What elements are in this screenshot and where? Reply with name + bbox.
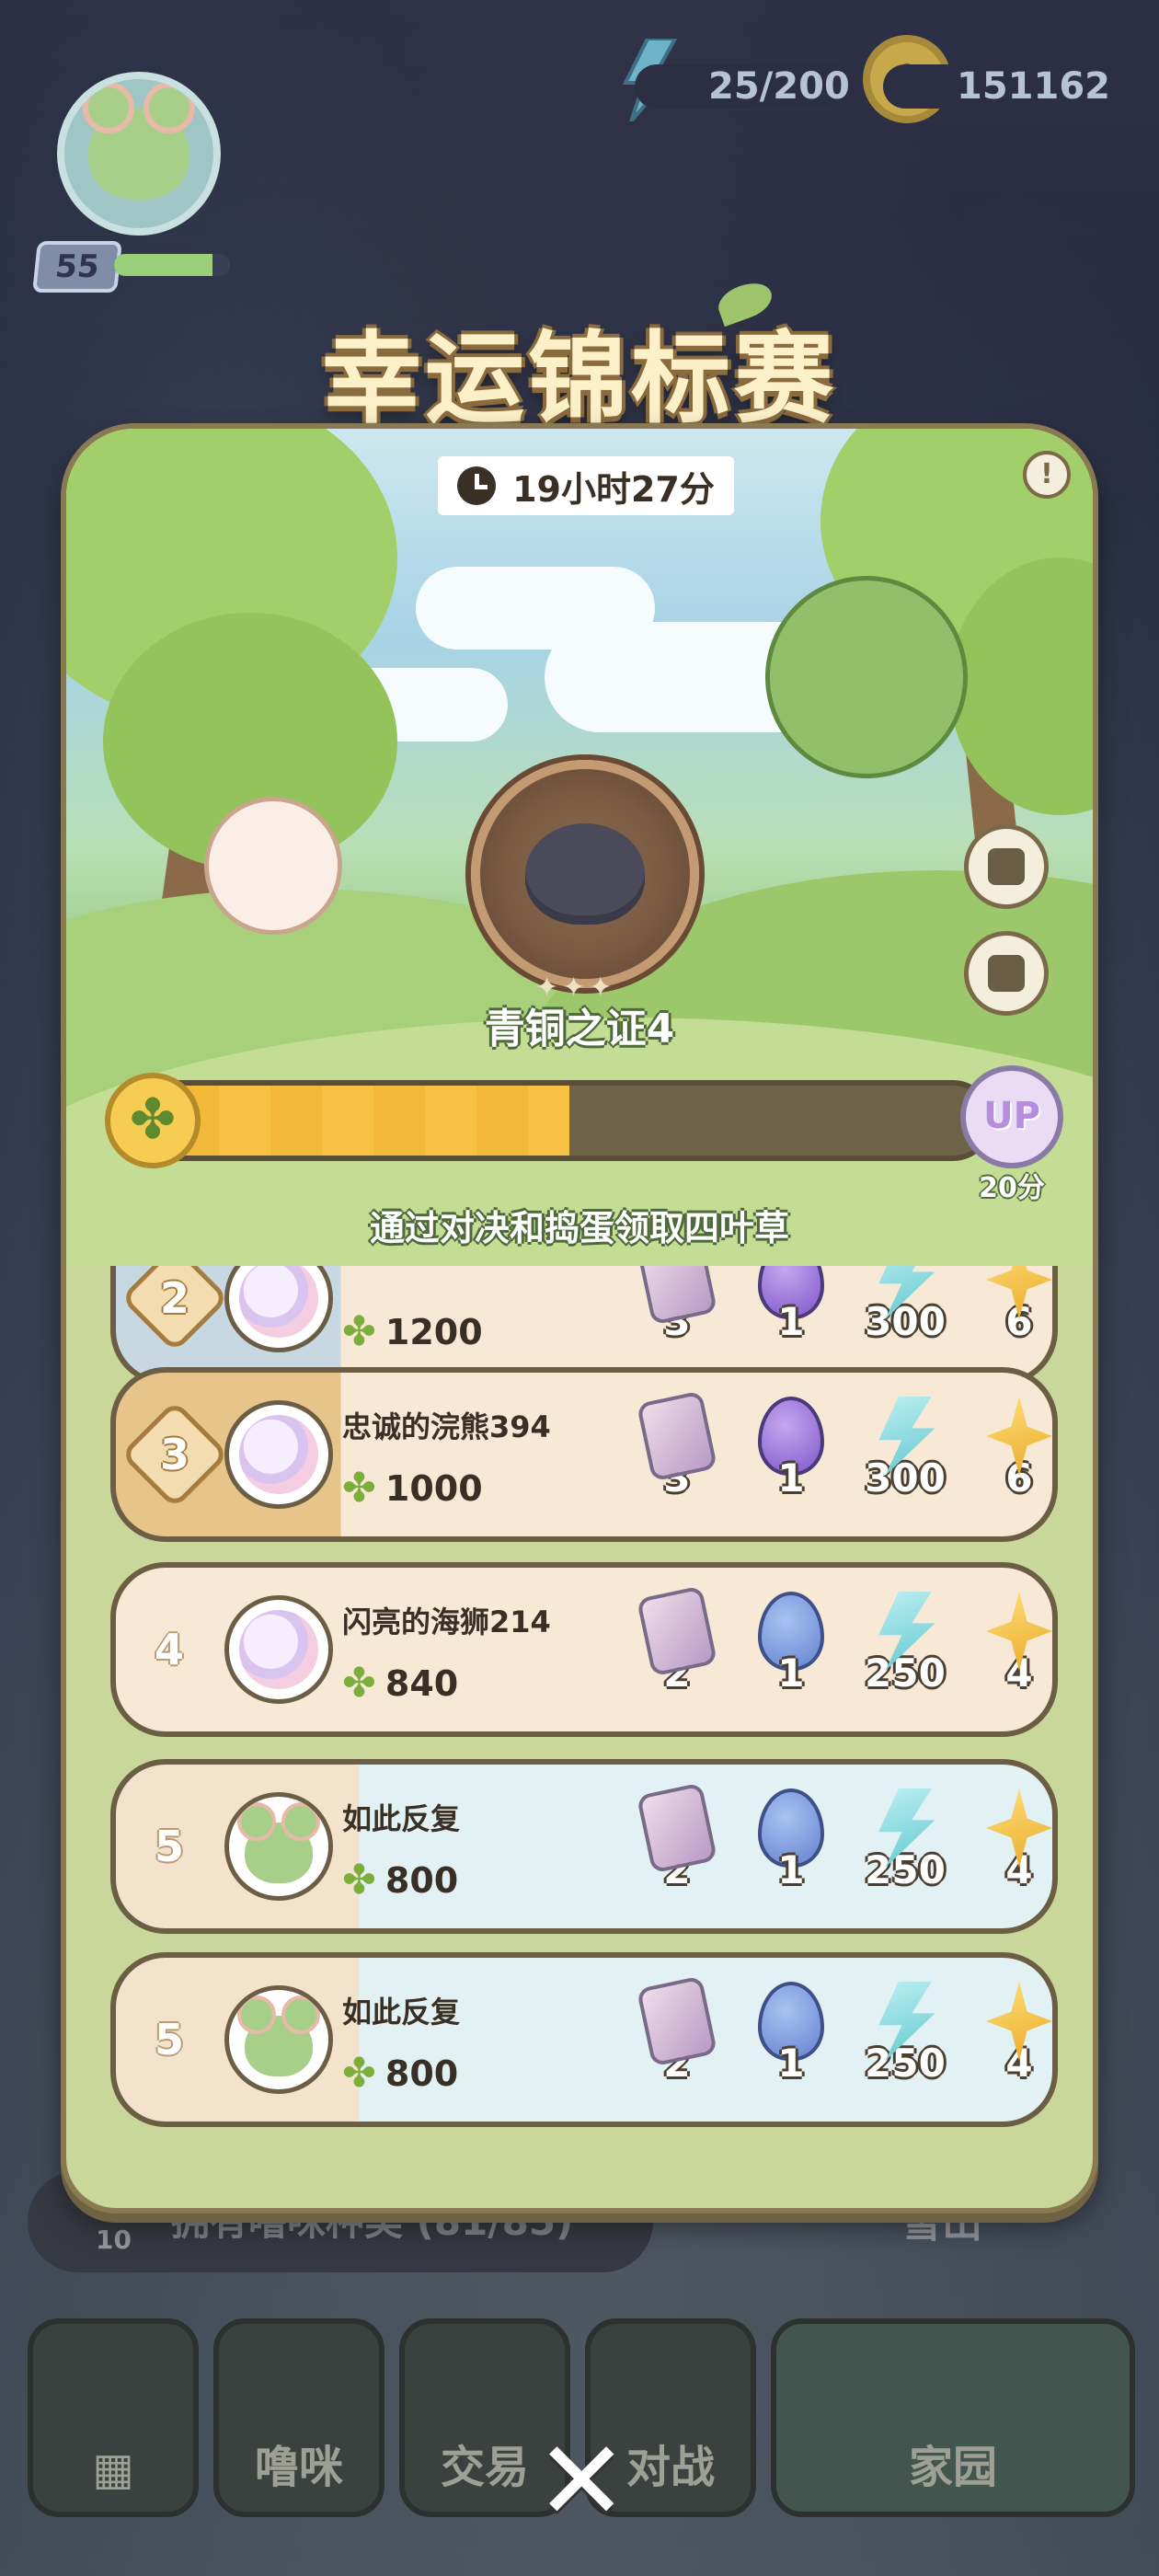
clock-icon <box>457 466 497 505</box>
player-avatar[interactable] <box>224 1400 333 1509</box>
reward-energy[interactable]: 250 <box>859 1592 951 1720</box>
score-value: 1000 <box>384 1468 483 1509</box>
rank-number: 4 <box>154 1625 184 1674</box>
player-avatar[interactable] <box>224 1266 333 1352</box>
star-icon <box>986 1592 1052 1671</box>
reward-energy[interactable]: 300 <box>859 1266 951 1369</box>
reward-count: 250 <box>865 1847 946 1892</box>
podium-icon <box>988 848 1025 885</box>
level-badge: 55 <box>32 241 122 293</box>
player-name: 如此反复 <box>342 1995 461 2030</box>
reward-count: 1 <box>777 1299 805 1344</box>
leaderboard-list[interactable]: 2 ✤ 1200 3 1 300 6 3 忠诚的浣熊394 ✤ 1000 3 1 300 6 4 闪亮的海狮21… <box>66 1266 1093 2208</box>
reward-star[interactable]: 6 <box>973 1266 1052 1369</box>
clover-icon: ✤ <box>342 1857 376 1903</box>
close-button[interactable]: ✕ <box>535 2427 628 2537</box>
card-icon <box>636 1390 718 1482</box>
clover-icon: ✤ <box>342 1465 376 1512</box>
player-score: ✤ 1200 <box>342 1308 483 1355</box>
clover-icon: ✤ <box>342 1308 376 1355</box>
reward-card[interactable]: 2 <box>631 1975 723 2110</box>
reward-star[interactable]: 4 <box>973 1592 1052 1720</box>
slime-icon <box>525 823 645 925</box>
rank-number: 3 <box>120 1399 230 1510</box>
reward-egg[interactable]: 1 <box>745 1397 837 1525</box>
ranking-button[interactable] <box>964 824 1049 909</box>
player-avatar[interactable] <box>57 72 221 236</box>
hint-text: 通过对决和捣蛋领取四叶草 <box>369 1208 789 1248</box>
energy-counter: 25/200 <box>635 64 857 109</box>
reward-star[interactable]: 4 <box>973 1982 1052 2110</box>
clover-icon: ✤ <box>105 1073 201 1168</box>
card-icon <box>636 1782 718 1874</box>
player-avatar[interactable] <box>224 1595 333 1704</box>
star-icon <box>986 1982 1052 2061</box>
reward-egg[interactable]: 1 <box>745 1266 837 1369</box>
rank-badge <box>471 760 699 988</box>
score-value: 800 <box>384 1860 459 1901</box>
star-icon <box>986 1788 1052 1868</box>
reward-star[interactable]: 4 <box>973 1788 1052 1917</box>
leaderboard-row[interactable]: 5 如此反复 ✤ 800 2 1 250 4 <box>110 1759 1058 1934</box>
player-score: ✤ 1000 <box>342 1465 483 1512</box>
rank-number: 5 <box>154 2015 184 2064</box>
deer-character <box>204 797 342 935</box>
reward-energy[interactable]: 250 <box>859 1982 951 2110</box>
reward-energy[interactable]: 300 <box>859 1397 951 1525</box>
player-score: ✤ 800 <box>342 2050 459 2097</box>
up-label: UP <box>983 1095 1040 1137</box>
score-value: 800 <box>384 2053 459 2094</box>
card-icon <box>636 1585 718 1677</box>
reward-count: 300 <box>865 1455 946 1501</box>
star-icon <box>986 1397 1052 1476</box>
reward-egg[interactable]: 1 <box>745 1592 837 1720</box>
countdown-timer: 19小时27分 <box>438 456 734 515</box>
player-name: 闪亮的海狮214 <box>342 1604 551 1639</box>
reward-card[interactable]: 2 <box>631 1782 723 1917</box>
player-score: ✤ 840 <box>342 1660 459 1707</box>
tournament-title: 幸运锦标赛 <box>321 322 837 437</box>
coin-counter: 151162 <box>883 64 1120 109</box>
reward-count: 250 <box>865 1650 946 1696</box>
reward-egg[interactable]: 1 <box>745 1982 837 2110</box>
reward-energy[interactable]: 250 <box>859 1788 951 1917</box>
score-value: 840 <box>384 1663 459 1704</box>
scroll-icon <box>988 955 1025 992</box>
timer-text: 19小时27分 <box>512 468 715 510</box>
reward-count: 1 <box>777 2041 805 2086</box>
info-button[interactable]: ! <box>1023 451 1071 499</box>
clover-icon: ✤ <box>342 2050 376 2097</box>
reward-count: 1 <box>777 1847 805 1892</box>
level-progress-bar <box>114 254 230 276</box>
score-value: 1200 <box>384 1312 483 1352</box>
tournament-panel: 19小时27分 ! ✦✦✦ 青铜之证4 ✤ UP 20分 通过对决和捣蛋领取四叶… <box>61 423 1098 2214</box>
reward-count: 1 <box>777 1650 805 1696</box>
clover-progress-bar <box>110 1080 993 1161</box>
star-icon <box>986 1266 1052 1319</box>
leaderboard-row[interactable]: 4 闪亮的海狮214 ✤ 840 2 1 250 4 <box>110 1562 1058 1737</box>
reward-star[interactable]: 6 <box>973 1397 1052 1525</box>
reward-count: 300 <box>865 1299 946 1344</box>
player-avatar[interactable] <box>224 1985 333 2094</box>
card-icon <box>636 1975 718 2067</box>
up-button[interactable]: UP <box>960 1065 1063 1168</box>
reward-card[interactable]: 2 <box>631 1585 723 1720</box>
player-avatar[interactable] <box>224 1792 333 1901</box>
reward-card[interactable]: 3 <box>631 1390 723 1525</box>
rank-number: 2 <box>120 1266 230 1353</box>
badge-name: 青铜之证4 <box>484 1006 675 1052</box>
reward-egg[interactable]: 1 <box>745 1788 837 1917</box>
reward-count: 1 <box>777 1455 805 1501</box>
player-name: 忠诚的浣熊394 <box>342 1409 551 1444</box>
player-name: 如此反复 <box>342 1801 461 1836</box>
reward-card[interactable]: 3 <box>631 1266 723 1369</box>
leaderboard-row[interactable]: 3 忠诚的浣熊394 ✤ 1000 3 1 300 6 <box>110 1367 1058 1542</box>
player-score: ✤ 800 <box>342 1857 459 1903</box>
reward-count: 250 <box>865 2041 946 2086</box>
clover-icon: ✤ <box>342 1660 376 1707</box>
rank-number: 5 <box>154 1822 184 1871</box>
card-icon <box>636 1266 718 1326</box>
bird-character <box>765 576 968 778</box>
leaderboard-row[interactable]: 5 如此反复 ✤ 800 2 1 250 4 <box>110 1952 1058 2127</box>
